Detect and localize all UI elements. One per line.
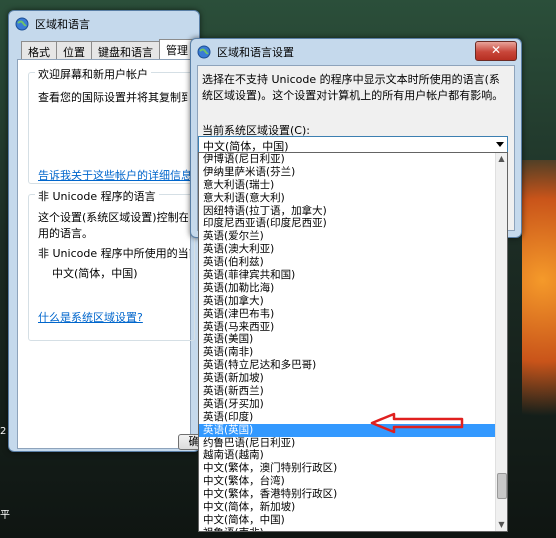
scrollbar-thumb[interactable] [497, 473, 507, 499]
locale-option[interactable]: 祖鲁语(南非) [199, 527, 495, 531]
locale-option[interactable]: 中文(繁体，澳门特别行政区) [199, 462, 495, 475]
current-language-label: 非 Unicode 程序中所使用的当前语言: [38, 247, 190, 260]
locale-option[interactable]: 约鲁巴语(尼日利亚) [199, 437, 495, 450]
locale-option[interactable]: 英语(马来西亚) [199, 321, 495, 334]
locale-option[interactable]: 英语(菲律宾共和国) [199, 269, 495, 282]
locale-option[interactable]: 英语(牙买加) [199, 398, 495, 411]
locale-option[interactable]: 英语(南非) [199, 346, 495, 359]
locale-option[interactable]: 英语(美国) [199, 333, 495, 346]
close-button[interactable]: ✕ [475, 41, 517, 61]
desktop-wallpaper-graphic [522, 160, 556, 460]
locale-option[interactable]: 印度尼西亚语(印度尼西亚) [199, 217, 495, 230]
window-titlebar[interactable]: 区域和语言 [9, 11, 199, 37]
desktop-partial-text: 平 [0, 510, 10, 521]
locale-option[interactable]: 因纽特语(拉丁语，加拿大) [199, 205, 495, 218]
system-locale-help-link[interactable]: 什么是系统区域设置? [38, 310, 143, 326]
desktop-partial-digit: 2 [0, 426, 7, 437]
nonunicode-group-legend: 非 Unicode 程序的语言 [35, 188, 159, 204]
locale-option[interactable]: 意大利语(意大利) [199, 192, 495, 205]
chevron-down-icon[interactable] [496, 142, 504, 147]
locale-options: 伊博语(尼日利亚) 伊纳里萨米语(芬兰) 意大利语(瑞士) 意大利语(意大利) 因纽特语… [199, 153, 495, 531]
locale-option[interactable]: 英语(爱尔兰) [199, 230, 495, 243]
window-title: 区域和语言 [35, 18, 90, 31]
globe-icon [197, 45, 211, 59]
locale-option[interactable]: 中文(繁体，台湾) [199, 475, 495, 488]
locale-option[interactable]: 中文(繁体，香港特别行政区) [199, 488, 495, 501]
nonunicode-text-cont: 用的语言。 [38, 227, 93, 240]
current-language-value: 中文(简体，中国) [52, 267, 138, 280]
accounts-details-link[interactable]: 告诉我关于这些帐户的详细信息 [38, 168, 192, 184]
locale-option[interactable]: 意大利语(瑞士) [199, 179, 495, 192]
locale-option[interactable]: 伊博语(尼日利亚) [199, 153, 495, 166]
dialog-title: 区域和语言设置 [217, 46, 294, 59]
dialog-titlebar[interactable]: 区域和语言设置 [191, 39, 521, 65]
globe-icon [15, 17, 29, 31]
locale-option[interactable]: 英语(特立尼达和多巴哥) [199, 359, 495, 372]
scroll-down-icon[interactable]: ▼ [496, 519, 507, 531]
locale-option[interactable]: 英语(伯利兹) [199, 256, 495, 269]
welcome-group-legend: 欢迎屏幕和新用户帐户 [35, 66, 151, 82]
locale-option[interactable]: 英语(新西兰) [199, 385, 495, 398]
scroll-up-icon[interactable]: ▲ [496, 153, 507, 165]
region-language-window: 区域和语言 格式 位置 键盘和语言 管理 欢迎屏幕和新用户帐户 查看您的国际设置… [8, 10, 210, 452]
locale-option[interactable]: 越南语(越南) [199, 449, 495, 462]
locale-option[interactable]: 伊纳里萨米语(芬兰) [199, 166, 495, 179]
locale-dropdown-list[interactable]: 伊博语(尼日利亚) 伊纳里萨米语(芬兰) 意大利语(瑞士) 意大利语(意大利) 因纽特语… [198, 152, 508, 532]
close-icon: ✕ [490, 43, 502, 57]
locale-option[interactable]: 英语(加勒比海) [199, 282, 495, 295]
locale-option[interactable]: 中文(简体，新加坡) [199, 501, 495, 514]
dropdown-scrollbar[interactable]: ▲ ▼ [495, 153, 507, 531]
tab-panel: 欢迎屏幕和新用户帐户 查看您的国际设置并将其复制到欢迎屏 告诉我关于这些帐户的详… [17, 59, 210, 450]
locale-option[interactable]: 中文(简体，中国) [199, 514, 495, 527]
locale-option[interactable]: 英语(澳大利亚) [199, 243, 495, 256]
nonunicode-text: 这个设置(系统区域设置)控制在不支持 [38, 211, 188, 224]
dialog-description: 选择在不支持 Unicode 的程序中显示文本时所使用的语言(系统区域设置)。这… [202, 73, 504, 102]
locale-option[interactable]: 英语(加拿大) [199, 295, 495, 308]
locale-option[interactable]: 英语(津巴布韦) [199, 308, 495, 321]
welcome-text: 查看您的国际设置并将其复制到欢迎屏 [38, 91, 188, 104]
red-arrow-annotation-icon [370, 412, 464, 434]
locale-option[interactable]: 英语(新加坡) [199, 372, 495, 385]
